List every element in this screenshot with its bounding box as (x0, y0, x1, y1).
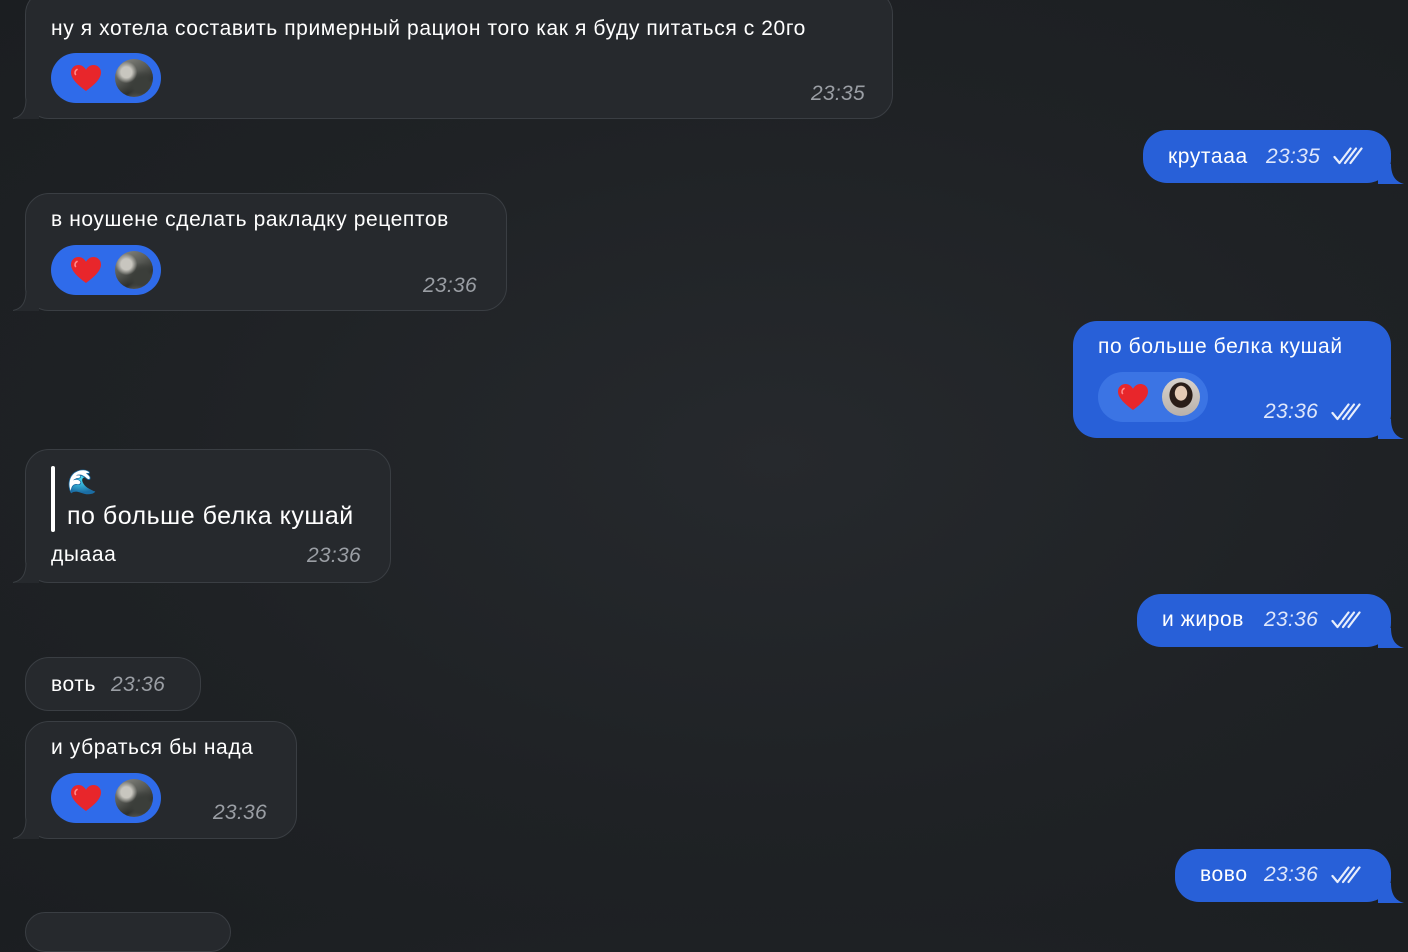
message-text: по больше белка кушай (1098, 335, 1343, 358)
double-check-icon (1331, 402, 1361, 422)
wave-emoji: 🌊 (67, 469, 97, 496)
message-text: ну я хотела составить примерный рацион т… (51, 17, 806, 40)
reply-quote-bar (51, 466, 55, 532)
message-time: 23:36 (422, 274, 477, 297)
message-bubble-outgoing[interactable]: вово 23:36 (1175, 849, 1391, 902)
double-check-icon (1333, 146, 1363, 166)
message-text: и жиров (1162, 608, 1245, 631)
double-check-icon (1331, 865, 1361, 885)
reaction-pill[interactable] (51, 53, 161, 103)
message-bubble-incoming[interactable]: ну я хотела составить примерный рацион т… (25, 0, 893, 119)
message-text: воть (51, 673, 97, 696)
heart-icon (70, 64, 102, 92)
message-time: 23:36 (212, 801, 267, 824)
message-time: 23:36 (1264, 608, 1319, 631)
reaction-pill[interactable] (51, 245, 161, 295)
bubble-tail (13, 819, 39, 839)
avatar (115, 779, 153, 817)
message-time: 23:35 (1266, 145, 1321, 168)
message-text: в ноушене сделать ракладку рецептов (51, 208, 449, 231)
message-time: 23:36 (111, 673, 166, 696)
avatar (115, 251, 153, 289)
message-bubble-incoming-partial[interactable] (25, 912, 231, 952)
message-text: крутааа (1168, 145, 1248, 168)
bubble-tail (13, 563, 39, 583)
heart-icon (70, 256, 102, 284)
bubble-tail (1378, 883, 1404, 903)
message-bubble-incoming[interactable]: в ноушене сделать ракладку рецептов 23:3… (25, 193, 507, 311)
reply-quoted-text[interactable]: по больше белка кушай (67, 502, 354, 531)
message-time: 23:36 (1264, 400, 1319, 423)
message-text: дыааа (51, 543, 117, 566)
heart-icon (70, 784, 102, 812)
heart-icon (1117, 383, 1149, 411)
reaction-pill[interactable] (1098, 372, 1208, 422)
bubble-tail (1378, 419, 1404, 439)
message-bubble-outgoing[interactable]: по больше белка кушай 23:36 (1073, 321, 1391, 438)
reaction-pill[interactable] (51, 773, 161, 823)
bubble-tail (13, 291, 39, 311)
bubble-tail (1378, 164, 1404, 184)
bubble-tail (1378, 628, 1404, 648)
double-check-icon (1331, 610, 1361, 630)
message-bubble-outgoing[interactable]: крутааа 23:35 (1143, 130, 1391, 183)
chat-history: ну я хотела составить примерный рацион т… (0, 0, 1408, 952)
message-bubble-incoming[interactable]: 🌊 по больше белка кушай дыааа 23:36 (25, 449, 391, 583)
message-time: 23:35 (810, 82, 865, 105)
message-bubble-incoming[interactable]: и убраться бы нада 23:36 (25, 721, 297, 839)
avatar (115, 59, 153, 97)
message-time: 23:36 (306, 544, 361, 567)
bubble-tail (13, 99, 39, 119)
message-bubble-incoming[interactable]: воть 23:36 (25, 657, 201, 711)
message-text: вово (1200, 863, 1248, 886)
message-time: 23:36 (1264, 863, 1319, 886)
message-text: и убраться бы нада (51, 736, 254, 759)
avatar (1162, 378, 1200, 416)
message-bubble-outgoing[interactable]: и жиров 23:36 (1137, 594, 1391, 647)
